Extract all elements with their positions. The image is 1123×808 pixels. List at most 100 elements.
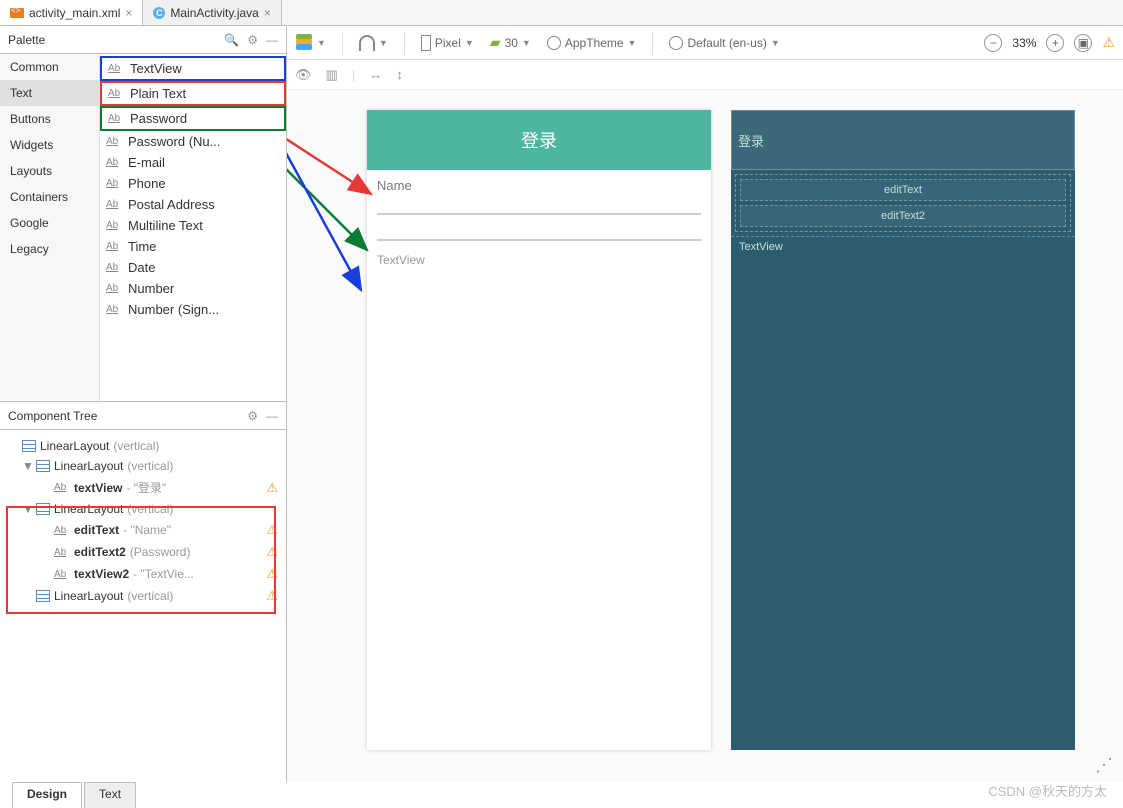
preview-edittext1[interactable] bbox=[377, 197, 701, 215]
palette-items: AbTextView AbPlain Text AbPassword AbPas… bbox=[100, 54, 286, 401]
linearlayout-icon bbox=[22, 440, 36, 452]
annotation-red-box bbox=[6, 506, 276, 614]
ab-icon: Ab bbox=[54, 482, 70, 493]
view-options-bar: 👁 ▥ | ↔ ↕ bbox=[287, 60, 1123, 90]
cat-legacy[interactable]: Legacy bbox=[0, 236, 99, 262]
device-preview[interactable]: 登录 Name TextView bbox=[367, 110, 711, 750]
tree-title: Component Tree bbox=[8, 409, 97, 423]
zoom-out-button[interactable]: − bbox=[984, 34, 1002, 52]
theme-icon bbox=[547, 36, 561, 50]
component-tree: LinearLayout(vertical) ▼LinearLayout(ver… bbox=[0, 430, 286, 782]
ab-icon: Ab bbox=[106, 199, 122, 210]
eye-icon[interactable]: 👁 bbox=[295, 67, 312, 83]
ab-icon: Ab bbox=[106, 304, 122, 315]
ab-icon: Ab bbox=[106, 241, 122, 252]
cat-text[interactable]: Text bbox=[0, 80, 99, 106]
close-icon[interactable]: × bbox=[125, 6, 132, 20]
device-icon bbox=[421, 35, 431, 51]
palette-item-time[interactable]: AbTime bbox=[100, 236, 286, 257]
cat-buttons[interactable]: Buttons bbox=[0, 106, 99, 132]
component-tree-header: Component Tree ⚙ — bbox=[0, 402, 286, 430]
chevron-down-icon: ▼ bbox=[379, 38, 388, 48]
locale-selector[interactable]: Default (en-us)▼ bbox=[669, 36, 779, 50]
palette-item-textview[interactable]: AbTextView bbox=[100, 56, 286, 81]
cat-layouts[interactable]: Layouts bbox=[0, 158, 99, 184]
chevron-down-icon: ▼ bbox=[522, 38, 531, 48]
preview-appbar: 登录 bbox=[367, 110, 711, 170]
api-selector[interactable]: ▰30▼ bbox=[490, 34, 531, 51]
globe-icon bbox=[669, 36, 683, 50]
design-tab[interactable]: Design bbox=[12, 782, 82, 808]
palette-item-password-num[interactable]: AbPassword (Nu... bbox=[100, 131, 286, 152]
collapse-icon[interactable]: — bbox=[266, 409, 278, 423]
editor-tabs: activity_main.xml × C MainActivity.java … bbox=[0, 0, 1123, 26]
palette-item-multiline[interactable]: AbMultiline Text bbox=[100, 215, 286, 236]
palette-item-phone[interactable]: AbPhone bbox=[100, 173, 286, 194]
cat-common[interactable]: Common bbox=[0, 54, 99, 80]
gear-icon[interactable]: ⚙ bbox=[247, 409, 258, 423]
palette-item-email[interactable]: AbE-mail bbox=[100, 152, 286, 173]
cat-google[interactable]: Google bbox=[0, 210, 99, 236]
search-icon[interactable]: 🔍 bbox=[224, 33, 239, 47]
bottom-tabs: Design Text bbox=[12, 782, 138, 808]
palette-categories: Common Text Buttons Widgets Layouts Cont… bbox=[0, 54, 100, 401]
ab-icon: Ab bbox=[106, 178, 122, 189]
tab-activity-main[interactable]: activity_main.xml × bbox=[0, 0, 143, 25]
grid-icon[interactable]: ▥ bbox=[326, 67, 338, 83]
tab-label: MainActivity.java bbox=[170, 6, 258, 20]
pan-vertical-icon[interactable]: ↕ bbox=[396, 67, 403, 82]
ab-icon: Ab bbox=[106, 157, 122, 168]
surface-selector[interactable]: ▼ bbox=[295, 34, 326, 52]
text-tab[interactable]: Text bbox=[84, 782, 136, 808]
cat-containers[interactable]: Containers bbox=[0, 184, 99, 210]
watermark: CSDN @秋天的方太 bbox=[988, 781, 1107, 800]
palette-header: Palette 🔍 ⚙ — bbox=[0, 26, 286, 54]
ab-icon: Ab bbox=[106, 283, 122, 294]
tab-main-activity[interactable]: C MainActivity.java × bbox=[143, 0, 282, 25]
palette-item-password[interactable]: AbPassword bbox=[100, 106, 286, 131]
orientation-selector[interactable]: ▼ bbox=[359, 35, 388, 51]
preview-edittext2[interactable] bbox=[377, 223, 701, 241]
tree-textview1[interactable]: AbtextView- "登录"⚠ bbox=[4, 476, 282, 499]
palette-item-date[interactable]: AbDate bbox=[100, 257, 286, 278]
tree-root[interactable]: LinearLayout(vertical) bbox=[4, 436, 282, 456]
palette-item-postal[interactable]: AbPostal Address bbox=[100, 194, 286, 215]
warning-icon[interactable]: ⚠ bbox=[1102, 34, 1115, 51]
tab-label: activity_main.xml bbox=[29, 6, 120, 20]
zoom-in-button[interactable]: + bbox=[1046, 34, 1064, 52]
java-file-icon: C bbox=[153, 7, 165, 19]
theme-selector[interactable]: AppTheme▼ bbox=[547, 36, 637, 50]
collapse-icon[interactable]: — bbox=[266, 33, 278, 47]
expand-icon[interactable]: ▼ bbox=[22, 459, 32, 473]
zoom-fit-button[interactable]: ▣ bbox=[1074, 34, 1092, 52]
chevron-down-icon: ▼ bbox=[317, 38, 326, 48]
android-icon: ▰ bbox=[490, 34, 501, 51]
linearlayout-icon bbox=[36, 460, 50, 472]
chevron-down-icon: ▼ bbox=[628, 38, 637, 48]
blueprint-textview: TextView bbox=[731, 236, 1075, 257]
palette-item-plaintext[interactable]: AbPlain Text bbox=[100, 81, 286, 106]
blueprint-edittext1[interactable]: editText bbox=[740, 179, 1066, 201]
zoom-value: 33% bbox=[1012, 36, 1036, 50]
gear-icon[interactable]: ⚙ bbox=[247, 33, 258, 47]
palette-item-number[interactable]: AbNumber bbox=[100, 278, 286, 299]
xml-file-icon bbox=[10, 8, 24, 18]
ab-icon: Ab bbox=[106, 262, 122, 273]
left-panel: Palette 🔍 ⚙ — Common Text Buttons Widget… bbox=[0, 26, 287, 782]
magnet-icon bbox=[359, 35, 375, 51]
blueprint-preview[interactable]: 登录 editText editText2 TextView bbox=[731, 110, 1075, 750]
stack-icon bbox=[295, 34, 313, 52]
chevron-down-icon: ▼ bbox=[465, 38, 474, 48]
blueprint-edittext2[interactable]: editText2 bbox=[740, 205, 1066, 227]
palette-item-number-signed[interactable]: AbNumber (Sign... bbox=[100, 299, 286, 320]
resize-handle[interactable]: ⋰ bbox=[1095, 755, 1113, 776]
device-selector[interactable]: Pixel▼ bbox=[421, 35, 474, 51]
preview-textview: TextView bbox=[367, 249, 711, 271]
ab-icon: Ab bbox=[108, 88, 124, 99]
warning-icon[interactable]: ⚠ bbox=[266, 480, 278, 496]
close-icon[interactable]: × bbox=[264, 6, 271, 20]
pan-horizontal-icon[interactable]: ↔ bbox=[369, 67, 382, 82]
tree-child1[interactable]: ▼LinearLayout(vertical) bbox=[4, 456, 282, 476]
design-canvas[interactable]: 登录 Name TextView 登录 editText editText2 T… bbox=[287, 90, 1123, 782]
cat-widgets[interactable]: Widgets bbox=[0, 132, 99, 158]
